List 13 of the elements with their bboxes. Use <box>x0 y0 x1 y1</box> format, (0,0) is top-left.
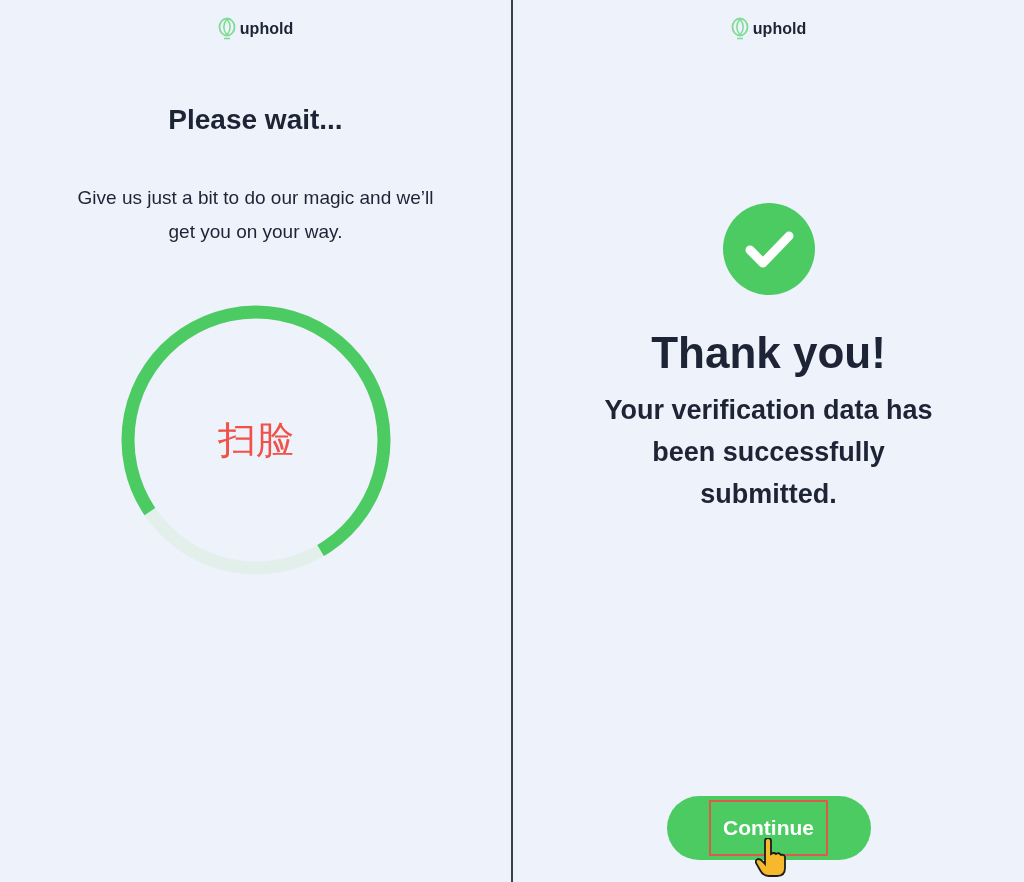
pointer-hand-icon <box>754 838 787 878</box>
checkmark-icon <box>722 203 815 295</box>
logo-text: uphold <box>752 19 807 39</box>
page-title: Thank you! <box>651 327 886 379</box>
continue-label: Continue <box>709 800 828 856</box>
progress-label: 扫脸 <box>217 416 294 464</box>
logo-icon <box>730 17 749 41</box>
continue-button[interactable]: Continue <box>666 796 871 860</box>
logo-icon <box>217 17 236 41</box>
page-title: Please wait... <box>168 103 343 137</box>
success-message: Your verification data has been successfully submitted. <box>603 394 934 511</box>
logo-text: uphold <box>239 19 294 39</box>
wait-message: Give us just a bit to do our magic and we’ll get you on your way. <box>76 186 435 244</box>
